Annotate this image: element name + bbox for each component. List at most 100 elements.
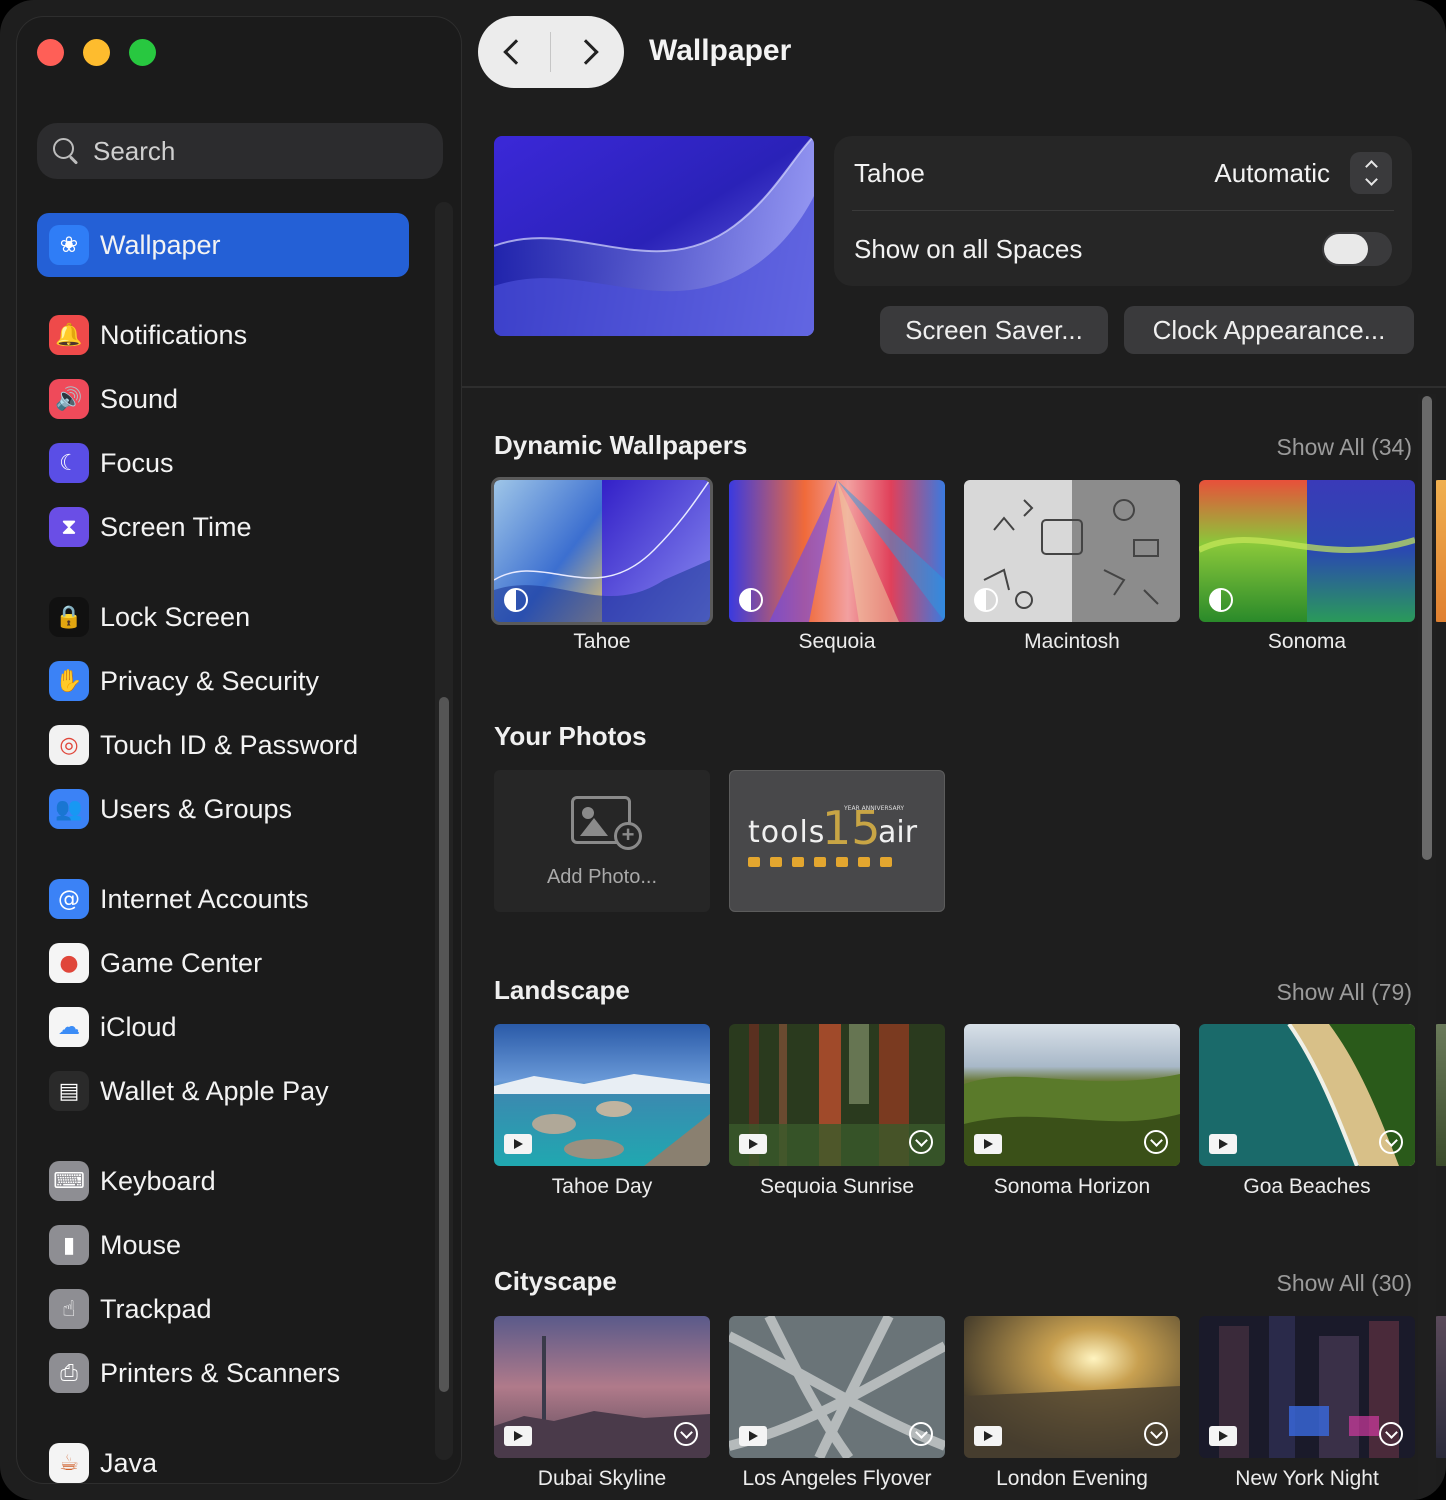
- notifications-icon: 🔔: [49, 315, 89, 355]
- logo-text-left: tools: [748, 815, 826, 850]
- sidebar-item-lock-screen[interactable]: 🔒 Lock Screen: [37, 585, 409, 649]
- landscape-show-all-link[interactable]: Show All (79): [1276, 979, 1412, 1006]
- wallpaper-tile-dubai-skyline[interactable]: [494, 1316, 710, 1458]
- at-sign-icon: @: [49, 879, 89, 919]
- sidebar-item-trackpad[interactable]: ☝ Trackpad: [37, 1277, 409, 1341]
- download-icon[interactable]: [674, 1422, 698, 1446]
- icloud-icon: ☁: [49, 1007, 89, 1047]
- your-photos-title: Your Photos: [494, 721, 647, 751]
- lock-screen-icon: 🔒: [49, 597, 89, 637]
- dynamic-icon: [974, 588, 998, 612]
- logo-dots: [748, 857, 892, 867]
- system-settings-window: ❀ Wallpaper 🔔 Notifications 🔊 Sound ☾ Focus ⧗ Scr…: [0, 0, 1446, 1500]
- wallpaper-preview: [494, 136, 814, 336]
- wallet-icon: ▤: [49, 1071, 89, 1111]
- sidebar-item-wallpaper[interactable]: ❀ Wallpaper: [37, 213, 409, 277]
- sidebar-item-notifications[interactable]: 🔔 Notifications: [37, 303, 409, 367]
- sidebar-item-screen-time[interactable]: ⧗ Screen Time: [37, 495, 409, 559]
- sidebar-item-label: Wallpaper: [100, 229, 221, 260]
- tile-label: Los Angeles Flyover: [742, 1467, 932, 1490]
- download-icon[interactable]: [1379, 1422, 1403, 1446]
- sidebar-item-label: Focus: [100, 447, 174, 478]
- logo-text-right: air: [878, 815, 918, 850]
- wallpaper-icon: ❀: [49, 225, 89, 265]
- wallpaper-tile-sequoia-sunrise[interactable]: [729, 1024, 945, 1166]
- sidebar-item-java[interactable]: ☕ Java: [37, 1431, 409, 1483]
- sidebar-item-privacy-security[interactable]: ✋ Privacy & Security: [37, 649, 409, 713]
- play-icon: [504, 1134, 532, 1154]
- wallpaper-tile-macintosh[interactable]: [964, 480, 1180, 622]
- play-icon: [1209, 1426, 1237, 1446]
- play-icon: [1209, 1134, 1237, 1154]
- play-icon: [739, 1426, 767, 1446]
- sidebar-item-sound[interactable]: 🔊 Sound: [37, 367, 409, 431]
- dynamic-show-all-link[interactable]: Show All (34): [1276, 434, 1412, 461]
- tile-label: Goa Beaches: [1243, 1175, 1371, 1198]
- wallpaper-tile-new-york-night[interactable]: [1199, 1316, 1415, 1458]
- sidebar-item-users-groups[interactable]: 👥 Users & Groups: [37, 777, 409, 841]
- close-button[interactable]: [37, 39, 64, 66]
- sidebar-item-label: iCloud: [100, 1011, 177, 1042]
- main-scrollbar[interactable]: [1418, 394, 1436, 1500]
- dynamic-icon: [504, 588, 528, 612]
- sidebar-item-wallet-apple-pay[interactable]: ▤ Wallet & Apple Pay: [37, 1059, 409, 1123]
- sidebar-scrollbar[interactable]: [435, 202, 453, 1460]
- dynamic-icon: [1209, 588, 1233, 612]
- back-button[interactable]: [482, 22, 542, 82]
- header-divider: [462, 386, 1446, 388]
- clock-appearance-button[interactable]: Clock Appearance...: [1124, 306, 1414, 354]
- mode-select[interactable]: Automatic: [1214, 152, 1392, 194]
- download-icon[interactable]: [1379, 1130, 1403, 1154]
- add-photo-label: Add Photo...: [546, 866, 658, 888]
- show-all-spaces-toggle[interactable]: [1322, 232, 1392, 266]
- wallpaper-tile-sonoma[interactable]: [1199, 480, 1415, 622]
- cityscape-title: Cityscape: [494, 1266, 617, 1296]
- tile-label: Sequoia: [798, 630, 876, 653]
- tile-label: Tahoe: [573, 630, 631, 653]
- wallpaper-tile-london-evening[interactable]: [964, 1316, 1180, 1458]
- sidebar: ❀ Wallpaper 🔔 Notifications 🔊 Sound ☾ Focus ⧗ Scr…: [16, 16, 462, 1484]
- sidebar-scrollbar-thumb[interactable]: [439, 697, 449, 1392]
- wallpaper-tile-sonoma-horizon[interactable]: [964, 1024, 1180, 1166]
- download-icon[interactable]: [1144, 1422, 1168, 1446]
- chevron-updown-icon[interactable]: [1350, 152, 1392, 194]
- zoom-button[interactable]: [129, 39, 156, 66]
- printer-icon: ⎙: [49, 1353, 89, 1393]
- wallpaper-tile-tahoe-day[interactable]: [494, 1024, 710, 1166]
- wallpaper-mode-row: Tahoe Automatic: [854, 136, 1392, 210]
- forward-button[interactable]: [560, 22, 620, 82]
- tile-label: Sequoia Sunrise: [759, 1175, 915, 1198]
- tile-label: London Evening: [996, 1467, 1148, 1490]
- wallpaper-tile-sequoia[interactable]: [729, 480, 945, 622]
- sidebar-item-game-center[interactable]: ● Game Center: [37, 931, 409, 995]
- game-center-icon: ●: [49, 943, 89, 983]
- sidebar-item-keyboard[interactable]: ⌨ Keyboard: [37, 1149, 409, 1213]
- sidebar-item-printers-scanners[interactable]: ⎙ Printers & Scanners: [37, 1341, 409, 1405]
- cityscape-show-all-link[interactable]: Show All (30): [1276, 1270, 1412, 1297]
- download-icon[interactable]: [1144, 1130, 1168, 1154]
- search-input[interactable]: [93, 135, 413, 167]
- main-scrollbar-thumb[interactable]: [1422, 396, 1432, 860]
- sidebar-item-label: Java: [100, 1447, 158, 1478]
- sidebar-item-label: Touch ID & Password: [100, 729, 359, 760]
- search-field[interactable]: [37, 123, 443, 179]
- screen-saver-button[interactable]: Screen Saver...: [880, 306, 1108, 354]
- wallpaper-tile-los-angeles-flyover[interactable]: [729, 1316, 945, 1458]
- show-all-spaces-label: Show on all Spaces: [854, 233, 1083, 264]
- navigation-buttons: [478, 16, 624, 88]
- wallpaper-tile-tahoe[interactable]: [491, 477, 713, 625]
- mouse-icon: ▮: [49, 1225, 89, 1265]
- download-icon[interactable]: [909, 1130, 933, 1154]
- add-photo-button[interactable]: + Add Photo...: [494, 770, 710, 912]
- download-icon[interactable]: [909, 1422, 933, 1446]
- sidebar-item-focus[interactable]: ☾ Focus: [37, 431, 409, 495]
- sidebar-item-touch-id-password[interactable]: ◎ Touch ID & Password: [37, 713, 409, 777]
- wallpaper-tile-goa-beaches[interactable]: [1199, 1024, 1415, 1166]
- sidebar-item-mouse[interactable]: ▮ Mouse: [37, 1213, 409, 1277]
- tile-label: New York Night: [1235, 1467, 1379, 1490]
- sidebar-item-icloud[interactable]: ☁ iCloud: [37, 995, 409, 1059]
- minimize-button[interactable]: [83, 39, 110, 66]
- photo-tile-tools-air-logo[interactable]: tools 15 YEAR ANNIVERSARY air: [729, 770, 945, 912]
- sidebar-item-label: Mouse: [100, 1229, 182, 1260]
- sidebar-item-internet-accounts[interactable]: @ Internet Accounts: [37, 867, 409, 931]
